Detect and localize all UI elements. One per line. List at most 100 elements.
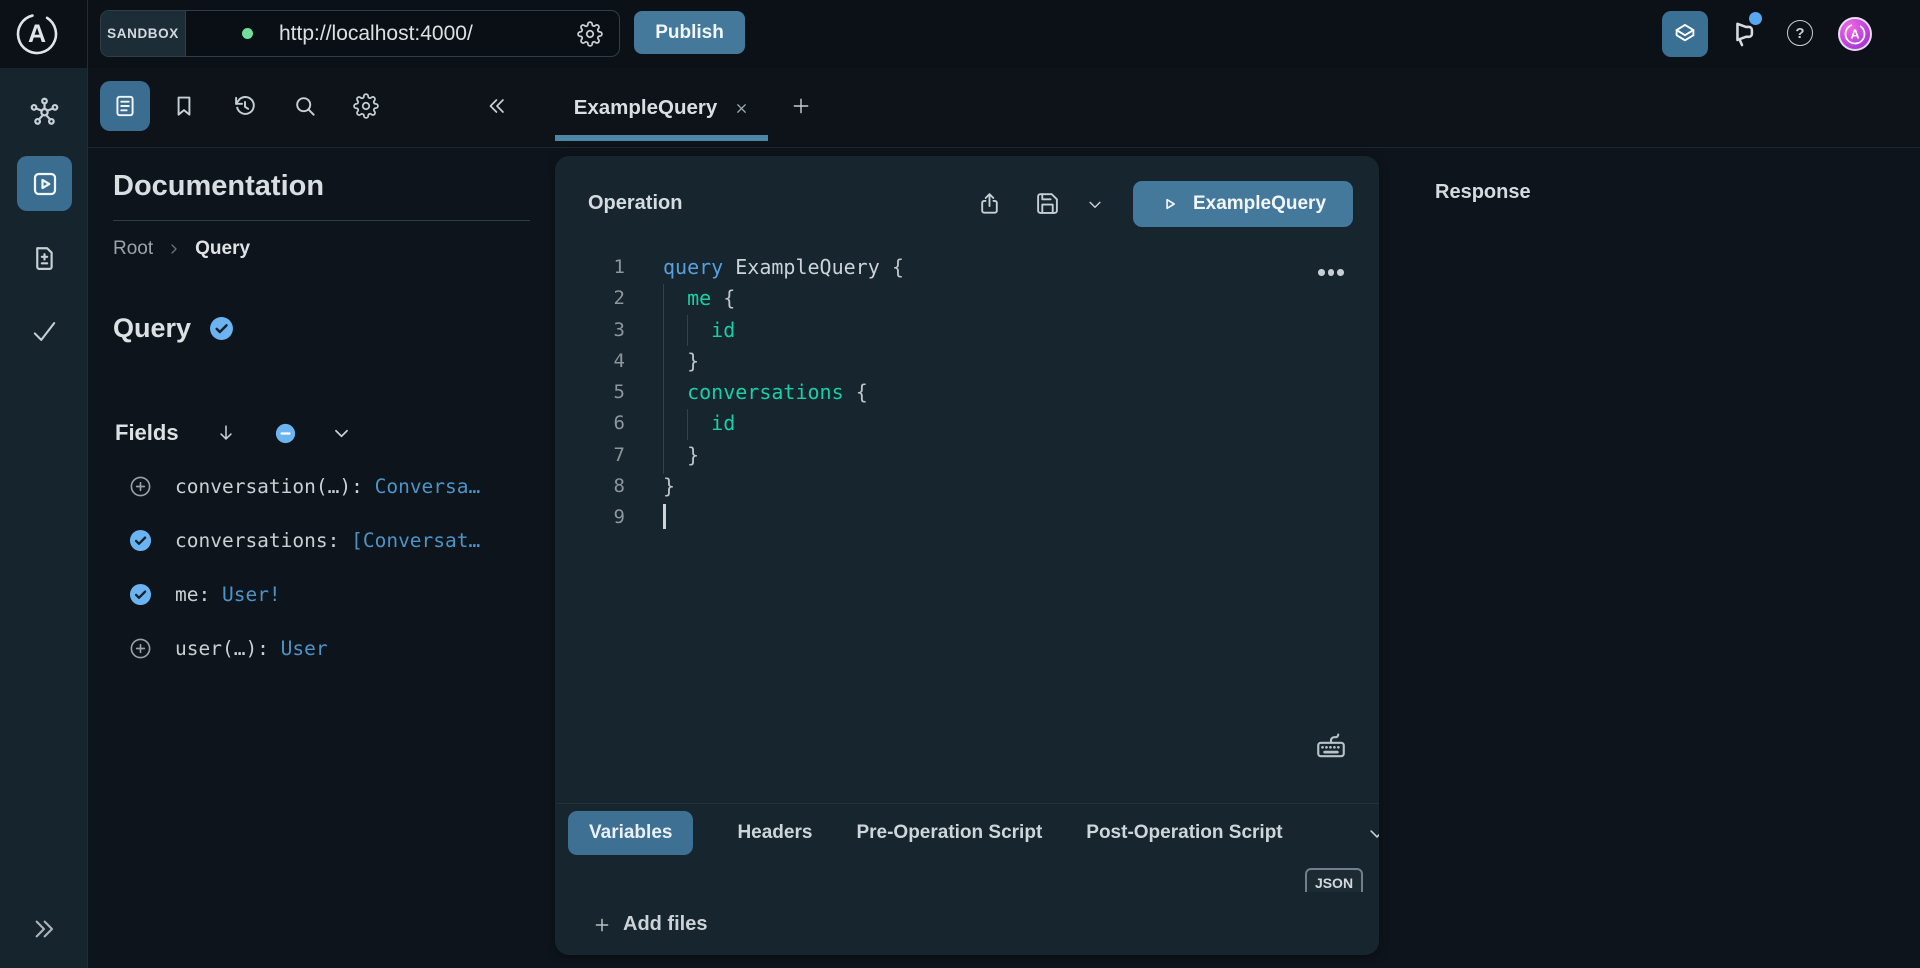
line-number: 4 xyxy=(555,346,625,377)
add-files-row[interactable]: Add files xyxy=(555,894,1379,955)
code-line[interactable]: 6 id xyxy=(555,408,1379,439)
endpoint-url-input[interactable]: http://localhost:4000/ xyxy=(279,22,473,46)
operation-tab-label: ExampleQuery xyxy=(574,96,718,120)
code-line[interactable]: 3 id xyxy=(555,315,1379,346)
code-line[interactable]: 7 } xyxy=(555,440,1379,471)
plus-icon xyxy=(593,916,611,934)
save-options-chevron-icon[interactable] xyxy=(1086,196,1104,214)
publish-button[interactable]: Publish xyxy=(634,11,745,54)
line-number: 2 xyxy=(555,283,625,314)
breadcrumb: Root Query xyxy=(113,238,250,260)
help-button[interactable]: ? xyxy=(1787,20,1813,46)
field-type-link[interactable]: [Conversat… xyxy=(351,529,480,552)
close-tab-icon[interactable] xyxy=(734,101,749,116)
operation-editor[interactable]: 1query ExampleQuery {2 me {3 id4 }5 conv… xyxy=(555,252,1379,534)
field-type-link[interactable]: Conversa… xyxy=(375,475,481,498)
play-icon xyxy=(1160,194,1180,214)
bottom-tab-pre-operation-script[interactable]: Pre-Operation Script xyxy=(856,822,1042,844)
line-number: 7 xyxy=(555,440,625,471)
top-bar: A SANDBOX http://localhost:4000/ Publish… xyxy=(0,0,1920,69)
circle-plus-icon[interactable] xyxy=(129,475,152,498)
active-tab-underline xyxy=(555,135,768,141)
field-signature[interactable]: conversation(…): Conversa… xyxy=(175,475,480,498)
field-signature[interactable]: conversations: [Conversat… xyxy=(175,529,480,552)
breadcrumb-current: Query xyxy=(195,238,250,260)
circle-plus-icon[interactable] xyxy=(129,637,152,660)
add-files-label: Add files xyxy=(623,913,707,936)
doc-tab-history-button[interactable] xyxy=(232,93,258,119)
sidebar-item-schema[interactable] xyxy=(28,95,61,128)
doc-tab-settings-button[interactable] xyxy=(353,93,379,119)
settings-gear-icon xyxy=(353,93,379,119)
field-row[interactable]: me: User! xyxy=(88,567,545,621)
operation-bottom-tabs: Variables Headers Pre-Operation Script Post… xyxy=(555,803,1379,862)
field-signature[interactable]: user(…): User xyxy=(175,637,328,660)
breadcrumb-root[interactable]: Root xyxy=(113,238,153,260)
tabs-overflow-chevron-icon[interactable] xyxy=(1367,824,1379,844)
field-row[interactable]: user(…): User xyxy=(88,621,545,675)
endpoint-bar[interactable]: SANDBOX http://localhost:4000/ xyxy=(100,10,620,57)
doc-tab-saved-operations-button[interactable] xyxy=(171,93,197,119)
fields-list: conversation(…): Conversa… conversations:… xyxy=(88,459,545,675)
sidebar-item-sandbox-changes[interactable] xyxy=(30,244,59,273)
operation-panel-title: Operation xyxy=(588,192,682,215)
deselect-all-minus-icon[interactable] xyxy=(275,423,296,444)
field-row[interactable]: conversations: [Conversat… xyxy=(88,513,545,567)
new-tab-button[interactable] xyxy=(791,96,811,116)
documentation-panel: Documentation Root Query Query Fields co… xyxy=(88,148,545,968)
chevron-right-icon xyxy=(167,242,181,256)
field-type-link[interactable]: User xyxy=(281,637,328,660)
bottom-tab-headers[interactable]: Headers xyxy=(737,822,812,844)
code-line[interactable]: 5 conversations { xyxy=(555,377,1379,408)
double-chevron-left-icon xyxy=(484,93,510,119)
sidebar-item-checklist[interactable] xyxy=(29,316,60,347)
share-operation-button[interactable] xyxy=(977,191,1002,216)
apollo-logo-icon: A xyxy=(14,11,60,57)
schema-graph-icon xyxy=(28,95,61,128)
cube-icon xyxy=(1671,20,1699,48)
collapse-fields-chevron-icon[interactable] xyxy=(332,424,351,443)
field-type-link[interactable]: User! xyxy=(222,583,281,606)
code-line[interactable]: 1query ExampleQuery { xyxy=(555,252,1379,283)
bottom-tab-variables[interactable]: Variables xyxy=(568,811,693,855)
code-line[interactable]: 4 } xyxy=(555,346,1379,377)
workspace-header: ExampleQuery xyxy=(88,68,1920,148)
connection-status-dot xyxy=(242,28,253,39)
line-number: 1 xyxy=(555,252,625,283)
code-line[interactable]: 9 xyxy=(555,502,1379,533)
editor-menu-dots-icon[interactable] xyxy=(1318,269,1344,276)
sidebar-item-explorer[interactable] xyxy=(17,156,72,211)
type-heading: Query xyxy=(113,313,234,344)
save-operation-button[interactable] xyxy=(1035,191,1060,216)
line-number: 5 xyxy=(555,377,625,408)
graphos-cube-button[interactable] xyxy=(1662,11,1708,57)
documentation-title: Documentation xyxy=(113,170,324,203)
collapse-docs-button[interactable] xyxy=(484,93,510,119)
svg-text:A: A xyxy=(1850,28,1859,42)
type-name: Query xyxy=(113,313,191,344)
json-mode-badge: JSON xyxy=(1305,868,1363,892)
connection-settings-gear-icon[interactable] xyxy=(577,21,603,47)
circle-check-icon[interactable] xyxy=(129,583,152,606)
response-panel: Response xyxy=(1395,148,1920,968)
code-line[interactable]: 2 me { xyxy=(555,283,1379,314)
sandbox-badge: SANDBOX xyxy=(101,11,186,56)
notification-dot xyxy=(1749,12,1762,25)
doc-tab-search-button[interactable] xyxy=(292,93,318,119)
variables-editor-strip[interactable]: JSON xyxy=(555,862,1379,892)
field-row[interactable]: conversation(…): Conversa… xyxy=(88,459,545,513)
run-operation-button[interactable]: ExampleQuery xyxy=(1133,181,1353,227)
explorer-play-icon xyxy=(30,169,60,199)
code-line[interactable]: 8} xyxy=(555,471,1379,502)
question-mark-icon: ? xyxy=(1795,25,1804,42)
bottom-tab-post-operation-script[interactable]: Post-Operation Script xyxy=(1086,822,1282,844)
sort-down-arrow-icon[interactable] xyxy=(215,422,237,444)
doc-tab-documentation-button[interactable] xyxy=(100,81,150,131)
field-signature[interactable]: me: User! xyxy=(175,583,281,606)
user-avatar[interactable]: A xyxy=(1837,16,1873,52)
circle-check-icon[interactable] xyxy=(129,529,152,552)
share-icon xyxy=(977,191,1002,216)
expand-sidebar-button[interactable] xyxy=(28,913,60,945)
left-sidebar xyxy=(0,68,88,968)
keyboard-shortcuts-button[interactable] xyxy=(1314,730,1348,764)
